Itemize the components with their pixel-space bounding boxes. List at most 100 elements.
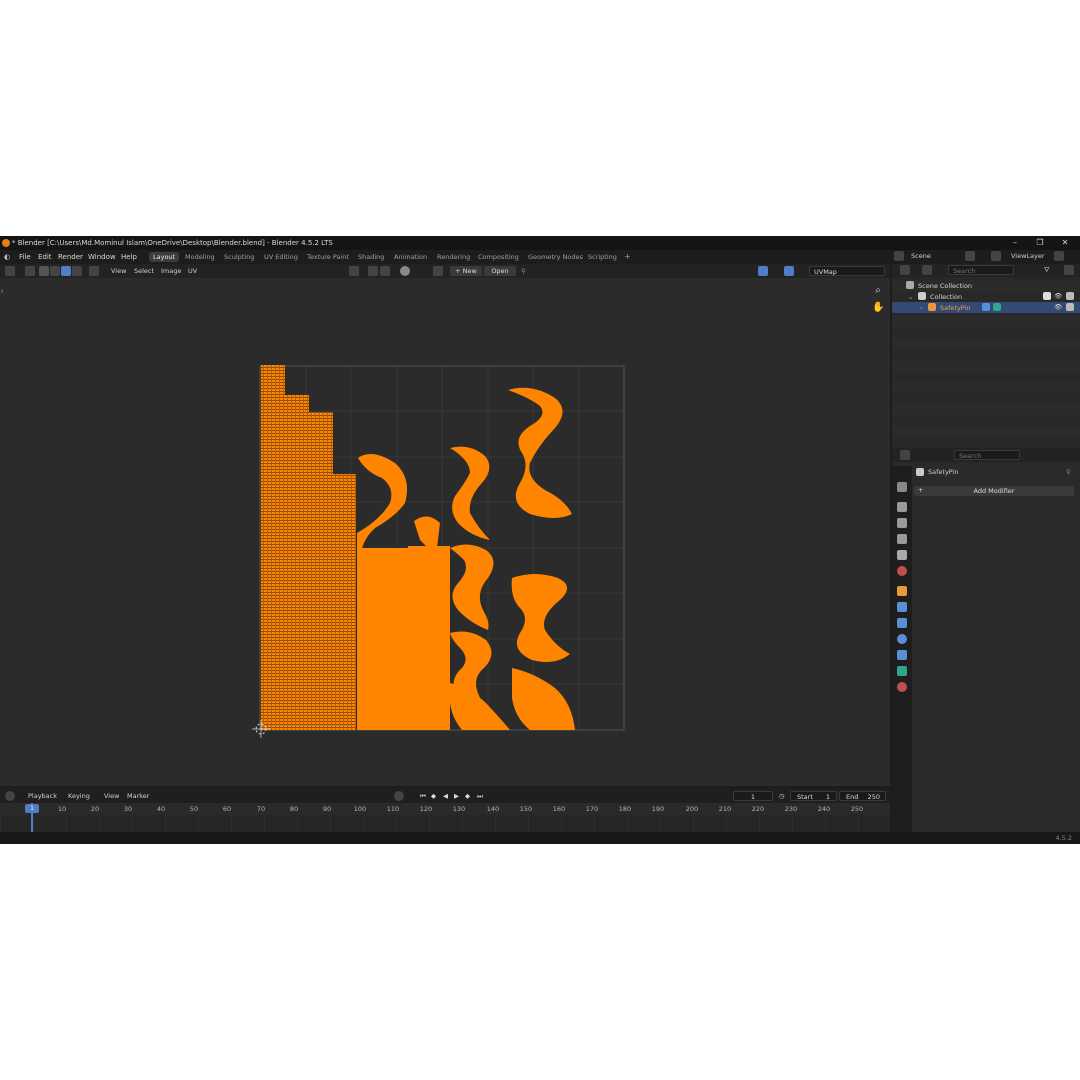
collapse-icon[interactable]: ⌄ — [908, 293, 913, 301]
menu-render[interactable]: Render — [58, 253, 83, 261]
properties-editor-icon[interactable] — [900, 450, 910, 460]
constraints-tab-icon[interactable] — [897, 650, 907, 660]
outliner-row-safetypin[interactable]: › SafetyPin 👁 — [892, 302, 1080, 313]
view-layer-tab-icon[interactable] — [897, 534, 907, 544]
timeline-menu-marker[interactable]: Marker — [127, 792, 149, 800]
tab-sculpting[interactable]: Sculpting — [220, 252, 258, 262]
camera-icon[interactable] — [1066, 292, 1074, 300]
eye-icon[interactable]: 👁 — [1054, 292, 1062, 300]
vertex-select-icon[interactable] — [39, 266, 49, 276]
timeline-menu-keying[interactable]: Keying — [68, 792, 90, 800]
tab-rendering[interactable]: Rendering — [433, 252, 474, 262]
uv-menu-uv[interactable]: UV — [188, 267, 197, 275]
camera-icon[interactable] — [1066, 303, 1074, 311]
display-mode-icon[interactable] — [922, 265, 932, 275]
add-modifier-button[interactable]: Add Modifier — [914, 486, 1074, 496]
data-tab-icon[interactable] — [897, 666, 907, 676]
tool-tab-icon[interactable] — [897, 482, 907, 492]
expand-icon[interactable]: › — [920, 304, 923, 312]
overlay-toggle-icon[interactable] — [784, 266, 794, 276]
outliner-row-collection[interactable]: ⌄ Collection 👁 — [892, 291, 1080, 302]
use-preview-range-icon[interactable]: ◷ — [779, 792, 785, 800]
render-tab-icon[interactable] — [897, 502, 907, 512]
viewlayer-name[interactable]: ViewLayer — [1011, 252, 1045, 260]
collection-checkbox-icon[interactable] — [1043, 292, 1051, 300]
physics-tab-icon[interactable] — [897, 634, 907, 644]
timeline-ruler[interactable]: 10 20 30 40 50 60 70 80 90 100 110 120 1… — [0, 803, 890, 815]
tab-layout[interactable]: Layout — [149, 252, 180, 262]
maximize-button[interactable]: ❐ — [1029, 237, 1051, 249]
timeline-menu-playback[interactable]: Playback — [28, 792, 57, 800]
pivot-icon[interactable] — [349, 266, 359, 276]
image-browse-icon[interactable] — [433, 266, 443, 276]
start-frame-field[interactable]: Start 1 — [790, 791, 837, 801]
outliner-editor-icon[interactable] — [900, 265, 910, 275]
current-frame-field[interactable]: 1 — [733, 791, 773, 801]
open-image-button[interactable]: Open — [484, 266, 516, 276]
editor-type-icon[interactable] — [5, 266, 15, 276]
island-select-icon[interactable] — [72, 266, 82, 276]
zoom-icon[interactable]: ⌕ — [872, 285, 884, 297]
tab-modeling[interactable]: Modeling — [181, 252, 219, 262]
scene-tab-icon[interactable] — [897, 550, 907, 560]
tab-geometry-nodes[interactable]: Geometry Nodes — [524, 252, 587, 262]
proportional-edit-icon[interactable] — [400, 266, 410, 276]
prev-keyframe-icon[interactable]: ◆ — [431, 792, 436, 800]
new-collection-icon[interactable] — [1064, 265, 1074, 275]
jump-start-icon[interactable]: ⏮ — [420, 792, 426, 801]
new-image-button[interactable]: + New — [450, 266, 482, 276]
sync-selection-icon[interactable] — [25, 266, 35, 276]
add-workspace-button[interactable]: + — [620, 252, 635, 262]
snap-options-icon[interactable] — [380, 266, 390, 276]
tab-scripting[interactable]: Scripting — [584, 252, 621, 262]
outliner-row-scene-collection[interactable]: Scene Collection — [892, 280, 1080, 291]
jump-end-icon[interactable]: ⏭ — [477, 792, 483, 801]
uv-menu-image[interactable]: Image — [161, 267, 181, 275]
uv-viewport[interactable]: ⌕ ✋ › — [0, 278, 890, 786]
snap-icon[interactable] — [368, 266, 378, 276]
menu-edit[interactable]: Edit — [38, 253, 52, 261]
particles-tab-icon[interactable] — [897, 618, 907, 628]
new-viewlayer-icon[interactable] — [1054, 251, 1064, 261]
outliner-search-input[interactable]: Search — [948, 265, 1014, 275]
timeline-menu-view[interactable]: View — [104, 792, 119, 800]
output-tab-icon[interactable] — [897, 518, 907, 528]
close-button[interactable]: ✕ — [1054, 237, 1076, 249]
play-reverse-icon[interactable]: ◀ — [443, 792, 448, 800]
menu-file[interactable]: File — [19, 253, 31, 261]
world-tab-icon[interactable] — [897, 566, 907, 576]
filter-icon[interactable]: ⛛ — [1044, 266, 1049, 275]
uv-canvas[interactable] — [0, 278, 890, 786]
tab-animation[interactable]: Animation — [390, 252, 431, 262]
material-tab-icon[interactable] — [897, 682, 907, 692]
scene-icon[interactable] — [894, 251, 904, 261]
uv-menu-select[interactable]: Select — [134, 267, 154, 275]
tab-uv-editing[interactable]: UV Editing — [260, 252, 302, 262]
auto-keying-icon[interactable] — [394, 791, 404, 801]
properties-pin-icon[interactable]: ⚲ — [1066, 468, 1071, 476]
minimize-button[interactable]: – — [1004, 237, 1026, 249]
tab-compositing[interactable]: Compositing — [474, 252, 523, 262]
blender-menu-icon[interactable]: ◐ — [4, 253, 10, 261]
play-icon[interactable]: ▶ — [454, 792, 459, 800]
edge-select-icon[interactable] — [50, 266, 60, 276]
gizmo-toggle-icon[interactable] — [758, 266, 768, 276]
pan-hand-icon[interactable]: ✋ — [872, 302, 884, 314]
object-tab-icon[interactable] — [897, 586, 907, 596]
next-keyframe-icon[interactable]: ◆ — [465, 792, 470, 800]
pin-icon[interactable]: ⚲ — [521, 267, 526, 275]
properties-search-input[interactable]: Search — [954, 450, 1020, 460]
eye-icon[interactable]: 👁 — [1054, 303, 1062, 311]
uvmap-field[interactable]: UVMap — [809, 266, 885, 276]
tab-texture-paint[interactable]: Texture Paint — [303, 252, 353, 262]
end-frame-field[interactable]: End 250 — [839, 791, 886, 801]
face-select-icon[interactable] — [61, 266, 71, 276]
scene-name[interactable]: Scene — [911, 252, 931, 260]
menu-window[interactable]: Window — [88, 253, 116, 261]
timeline-editor-type-icon[interactable] — [5, 791, 15, 801]
viewlayer-icon[interactable] — [991, 251, 1001, 261]
new-scene-icon[interactable] — [965, 251, 975, 261]
playhead-frame-label[interactable]: 1 — [25, 804, 39, 813]
menu-help[interactable]: Help — [121, 253, 137, 261]
modifier-tab-icon[interactable] — [897, 602, 907, 612]
